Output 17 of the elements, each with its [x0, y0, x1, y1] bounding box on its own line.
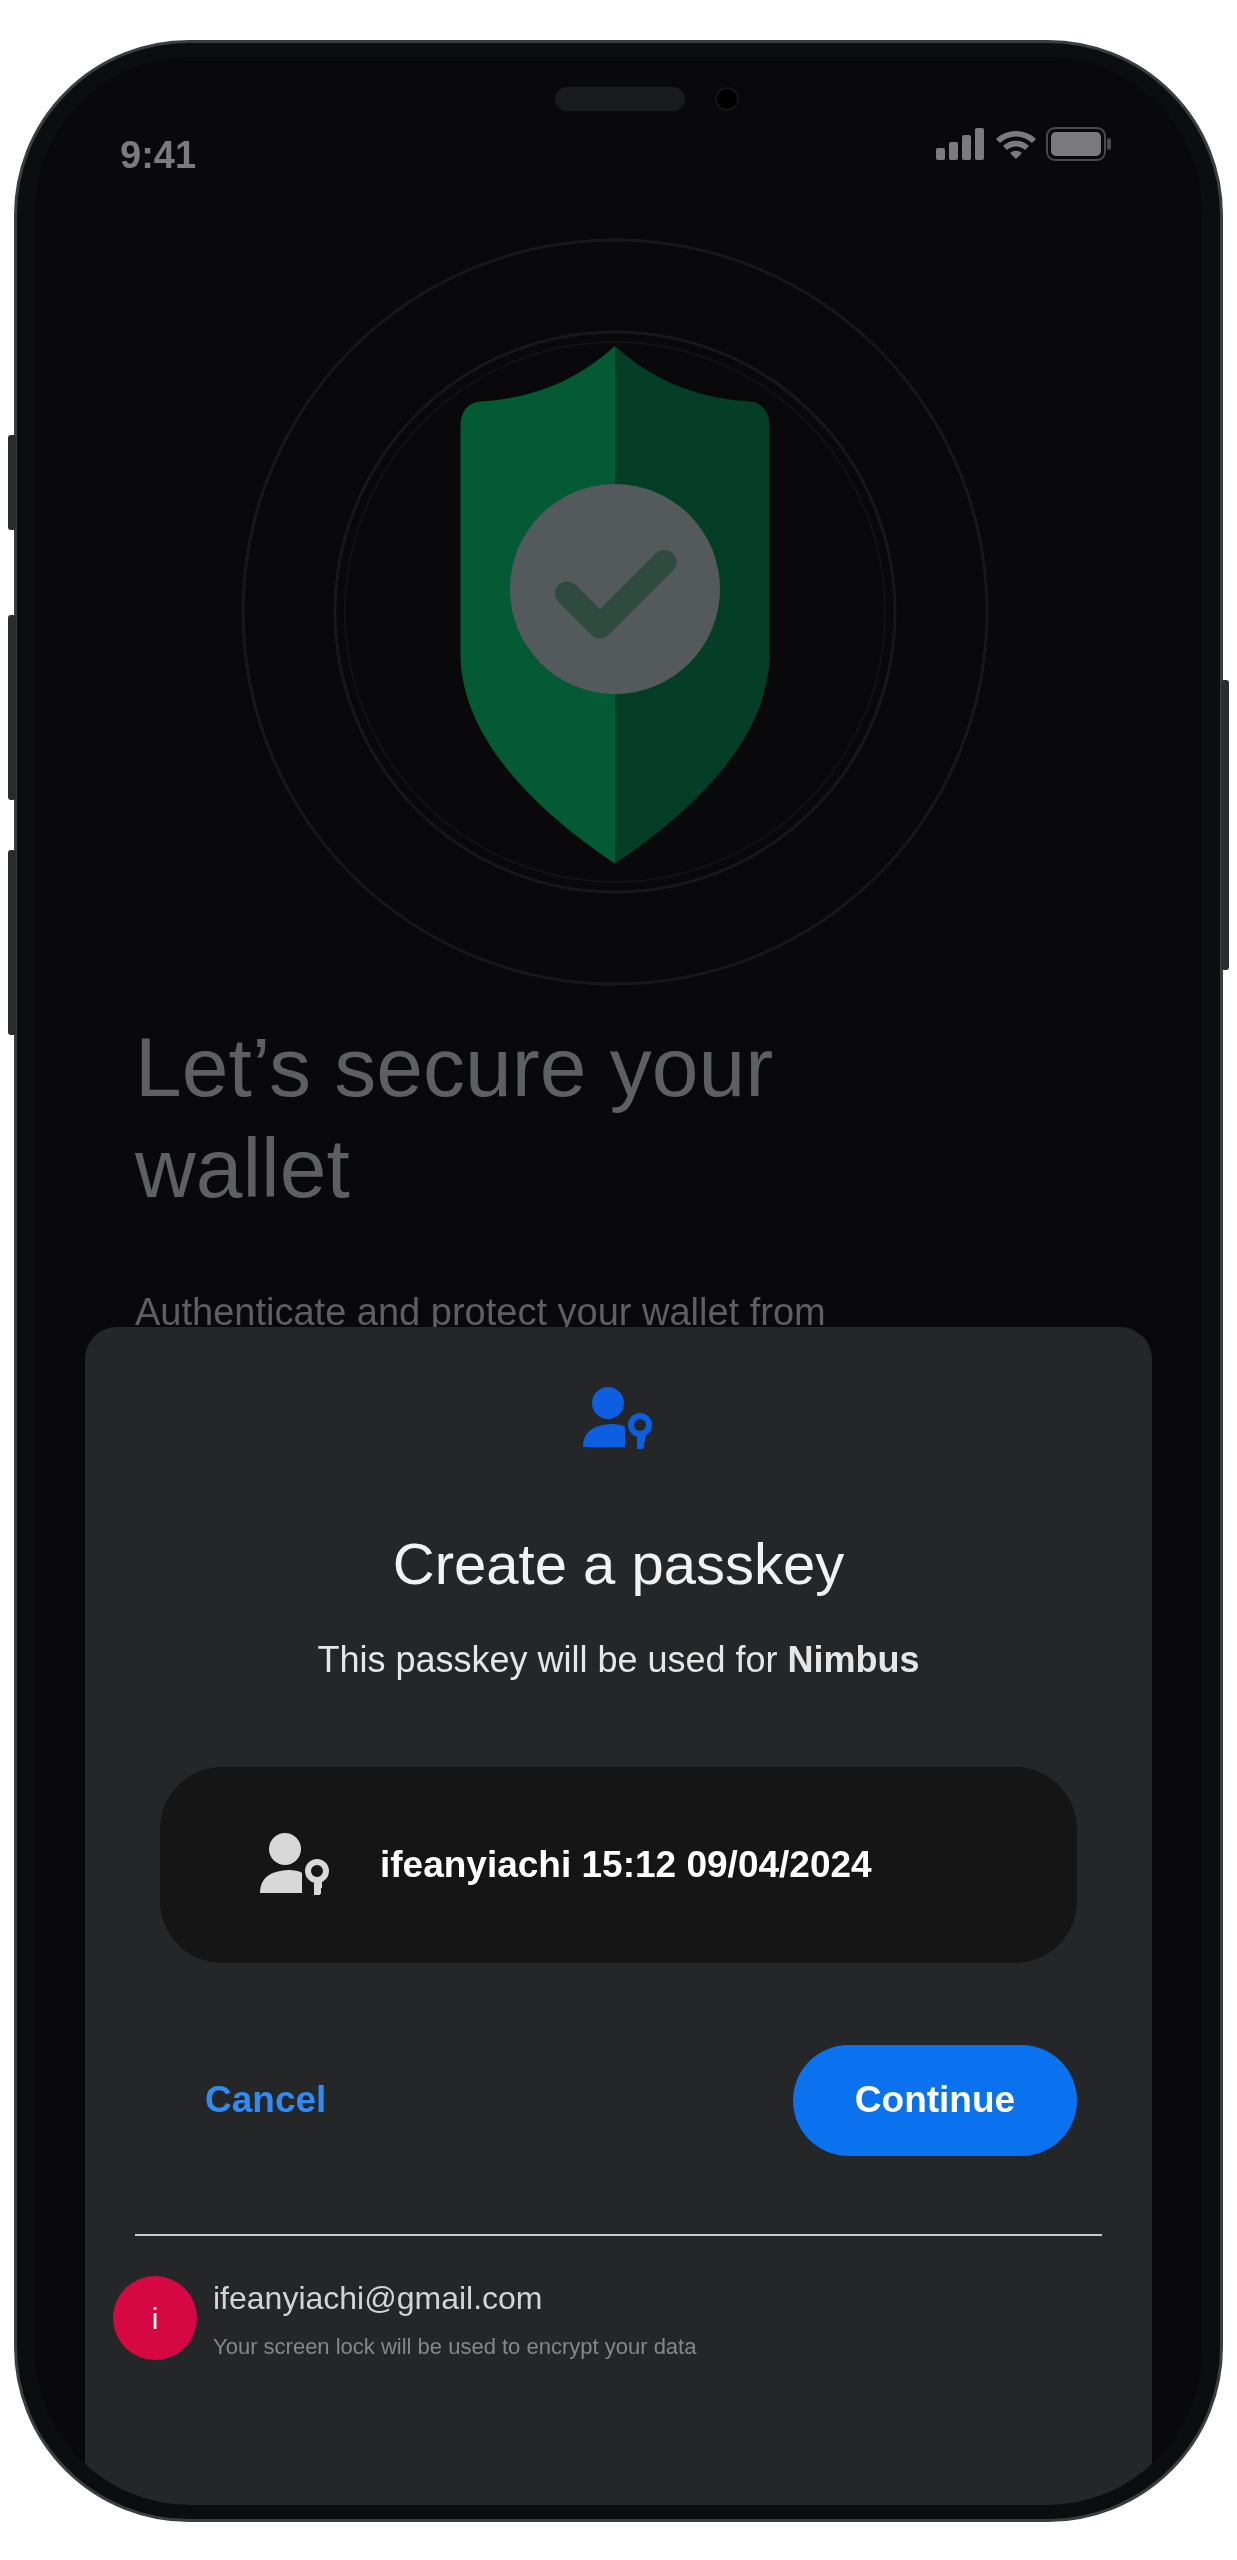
signal-icon — [936, 128, 986, 160]
encryption-note: Your screen lock will be used to encrypt your data — [213, 2332, 697, 2361]
avatar: i — [113, 2276, 197, 2361]
sheet-message: This passkey will be used for Nimbus — [316, 1637, 921, 1682]
account-option[interactable]: ifeanyiachi 15:12 09/04/2024 — [160, 1766, 1077, 1963]
status-time: 9:41 — [120, 133, 197, 178]
sheet-title: Create a passkey — [391, 1530, 846, 1598]
account-label: ifeanyiachi 15:12 09/04/2024 — [380, 1842, 872, 1887]
battery-icon — [1046, 127, 1112, 161]
wifi-icon — [994, 128, 1038, 160]
page-title: Let’s secure your wallet — [134, 1019, 775, 1217]
cancel-button[interactable]: Cancel — [165, 2052, 367, 2148]
person-key-icon — [260, 1832, 332, 1897]
account-email: ifeanyiachi@gmail.com — [213, 2278, 544, 2318]
continue-button[interactable]: Continue — [793, 2044, 1077, 2156]
person-key-icon — [582, 1387, 655, 1451]
page-subtitle: Authenticate and protect your wallet from — [134, 1289, 827, 1335]
